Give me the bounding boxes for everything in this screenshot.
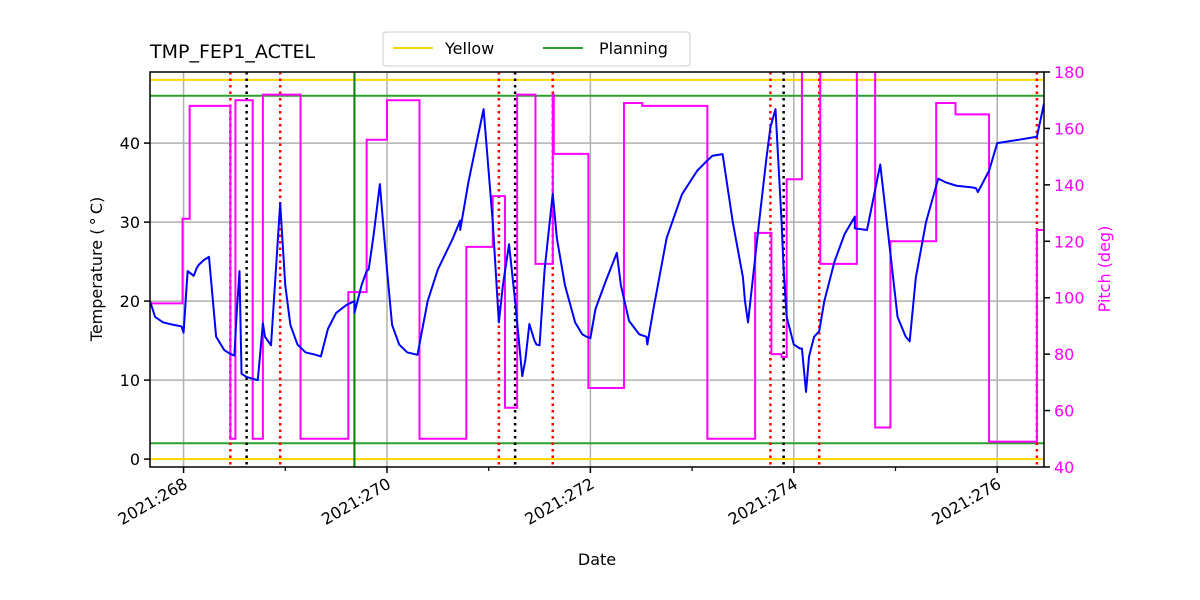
temperature-line: [150, 103, 1044, 393]
y-tick-label: 0: [130, 450, 140, 469]
y-axis-label: Temperature ( ° C): [87, 197, 106, 342]
legend-label-planning: Planning: [599, 39, 668, 58]
y2-tick-label: 120: [1054, 232, 1085, 251]
x-tick-label: 2021:268: [115, 474, 191, 529]
chart: 2021:268 2021:270 2021:272 2021:274 2021:276…: [87, 31, 1114, 569]
x-tick-label: 2021:272: [522, 474, 598, 529]
y2-tick-label: 60: [1054, 402, 1074, 421]
legend-label-yellow: Yellow: [444, 39, 494, 58]
x-tick-label: 2021:276: [928, 474, 1004, 529]
chart-title: TMP_FEP1_ACTEL: [149, 41, 315, 63]
x-axis-label: Date: [578, 550, 616, 569]
y2-tick-label: 100: [1054, 289, 1085, 308]
y2-tick-label: 80: [1054, 345, 1074, 364]
y-axis-right: 40 60 80 100 120 140 160 180: [1044, 63, 1085, 477]
x-tick-label: 2021:270: [318, 474, 394, 529]
y2-tick-label: 160: [1054, 119, 1085, 138]
pitch-line: [150, 72, 1044, 443]
y2-tick-label: 40: [1054, 458, 1074, 477]
series-lines: [150, 72, 1044, 443]
legend: Yellow Planning: [382, 31, 691, 67]
y2-tick-label: 180: [1054, 63, 1085, 82]
y2-tick-label: 140: [1054, 176, 1085, 195]
y-tick-label: 10: [120, 371, 140, 390]
y-axis-left: 0 10 20 30 40: [120, 134, 150, 469]
y-tick-label: 40: [120, 134, 140, 153]
y-tick-label: 20: [120, 292, 140, 311]
y2-axis-label: Pitch (deg): [1095, 226, 1114, 313]
event-markers: [229, 72, 1039, 467]
y-tick-label: 30: [120, 213, 140, 232]
x-axis: 2021:268 2021:270 2021:272 2021:274 2021:276: [115, 467, 1004, 529]
x-tick-label: 2021:274: [725, 474, 801, 529]
